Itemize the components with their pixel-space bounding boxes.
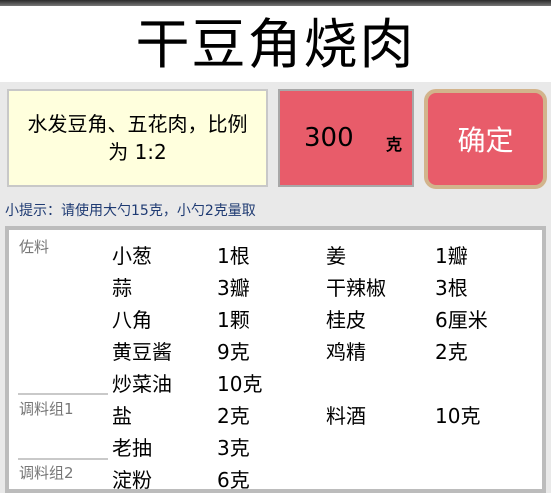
ingredient-name: 老抽 xyxy=(112,436,152,460)
ingredient-name: 淀粉 xyxy=(112,468,152,492)
ingredient-qty: 1根 xyxy=(217,244,250,268)
main-ingredient-box: 水发豆角、五花肉，比例为 1:2 xyxy=(7,89,268,187)
ingredient-qty: 9克 xyxy=(217,340,250,364)
main-ingredient-text: 水发豆角、五花肉，比例为 1:2 xyxy=(27,112,248,164)
ingredient-name: 八角 xyxy=(112,308,152,332)
ingredient-qty: 6克 xyxy=(217,468,250,492)
amount-unit: 克 xyxy=(386,135,403,154)
seasoning-table: 佐料 小葱 1根 姜 1瓣 蒜 3瓣 干辣椒 3根 八角 1颗 桂皮 6厘米 黄… xyxy=(5,226,546,493)
ingredient-name: 干辣椒 xyxy=(326,276,386,300)
ingredient-qty: 3瓣 xyxy=(217,276,250,300)
ingredient-qty: 10克 xyxy=(217,372,263,396)
ingredient-name: 鸡精 xyxy=(326,340,366,364)
ingredient-qty: 10克 xyxy=(435,404,481,428)
amount-input[interactable]: 300 克 xyxy=(278,89,414,187)
ingredient-name: 姜 xyxy=(326,244,346,268)
ingredient-qty: 6厘米 xyxy=(435,308,488,332)
ingredient-qty: 3根 xyxy=(435,276,468,300)
ingredient-name: 小葱 xyxy=(112,244,152,268)
group-divider xyxy=(18,393,108,395)
ingredient-qty: 2克 xyxy=(435,340,468,364)
ingredient-name: 盐 xyxy=(112,404,132,428)
group-label: 调料组2 xyxy=(19,464,74,482)
top-status-strip xyxy=(0,0,551,6)
group-label: 调料组1 xyxy=(19,400,74,418)
page-title: 干豆角烧肉 xyxy=(135,13,416,76)
ingredient-qty: 1瓣 xyxy=(435,244,468,268)
confirm-button-label: 确定 xyxy=(457,124,514,157)
amount-value: 300 xyxy=(304,123,354,153)
group-divider xyxy=(18,458,108,460)
ingredient-name: 料酒 xyxy=(326,404,366,428)
ingredient-name: 蒜 xyxy=(112,276,132,300)
ingredient-name: 黄豆酱 xyxy=(112,340,172,364)
usage-tip: 小提示：请使用大勺15克，小勺2克量取 xyxy=(5,203,256,219)
group-label: 佐料 xyxy=(19,238,50,256)
ingredient-qty: 2克 xyxy=(217,404,250,428)
confirm-button[interactable]: 确定 xyxy=(424,89,547,189)
ingredient-qty: 3克 xyxy=(217,436,250,460)
ingredient-name: 桂皮 xyxy=(326,308,366,332)
ingredient-qty: 1颗 xyxy=(217,308,250,332)
ingredient-name: 炒菜油 xyxy=(112,372,172,396)
